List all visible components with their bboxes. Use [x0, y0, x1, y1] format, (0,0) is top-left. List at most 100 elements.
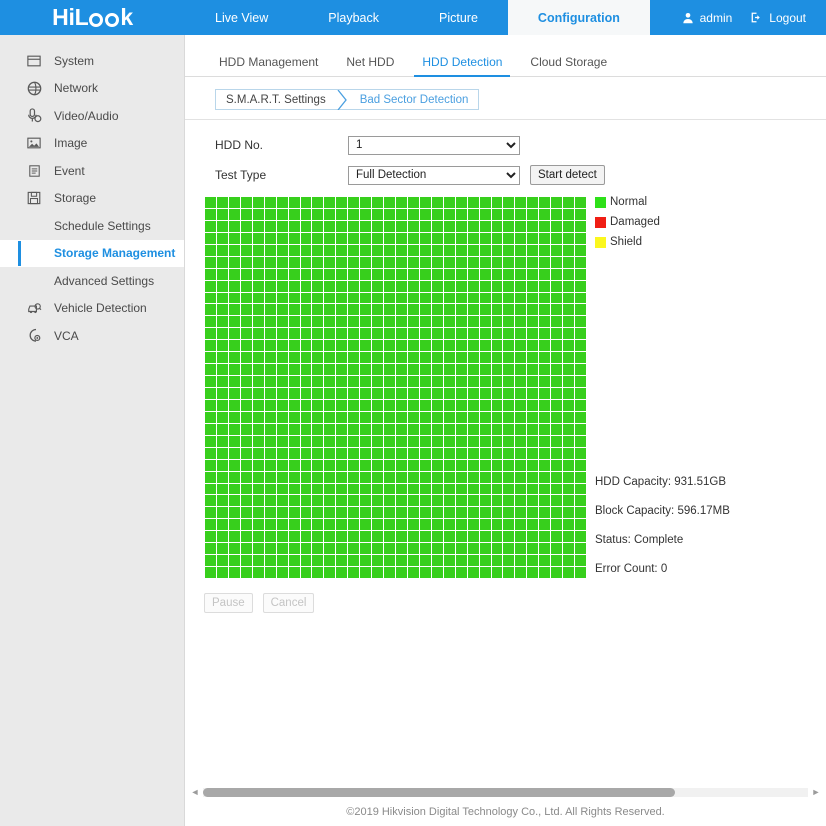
sector-grid[interactable] [204, 196, 587, 579]
sector-cell [515, 567, 526, 578]
sector-cell [312, 281, 323, 292]
sector-cell [205, 472, 216, 483]
sector-cell [551, 340, 562, 351]
scroll-left-arrow-icon[interactable]: ◄ [189, 787, 201, 797]
sector-cell [384, 400, 395, 411]
sector-cell [265, 281, 276, 292]
sector-cell [312, 543, 323, 554]
sector-cell [277, 209, 288, 220]
sector-cell [241, 197, 252, 208]
sector-cell [432, 197, 443, 208]
current-user[interactable]: admin [682, 11, 733, 25]
sector-cell [241, 340, 252, 351]
brand-logo[interactable]: HiLk [0, 0, 185, 35]
sector-cell [253, 400, 264, 411]
sector-cell [265, 269, 276, 280]
sidebar-item-vca[interactable]: VCA [0, 322, 184, 350]
cancel-button[interactable]: Cancel [263, 593, 315, 613]
sector-cell [432, 484, 443, 495]
sector-cell [241, 531, 252, 542]
sector-cell [468, 316, 479, 327]
sector-cell [241, 269, 252, 280]
sector-cell [312, 233, 323, 244]
sector-cell [468, 245, 479, 256]
sector-cell [503, 233, 514, 244]
sector-cell [241, 364, 252, 375]
sector-cell [468, 460, 479, 471]
scrollbar-thumb[interactable] [203, 788, 675, 797]
sector-cell [289, 257, 300, 268]
sector-cell [205, 221, 216, 232]
breadcrumb-item-smart-settings[interactable]: S.M.A.R.T. Settings [216, 90, 336, 109]
sector-cell [492, 460, 503, 471]
sidebar-item-schedule-settings[interactable]: Schedule Settings [0, 212, 184, 240]
test-type-select[interactable]: Full Detection [348, 166, 520, 185]
sector-cell [515, 472, 526, 483]
sector-cell [432, 340, 443, 351]
sidebar-item-vehicle-detection[interactable]: Vehicle Detection [0, 295, 184, 323]
sidebar-item-system[interactable]: System [0, 47, 184, 75]
pause-button[interactable]: Pause [204, 593, 253, 613]
sector-cell [396, 340, 407, 351]
sector-cell [277, 495, 288, 506]
sidebar-item-video-audio[interactable]: Video/Audio [0, 102, 184, 130]
scrollbar-track[interactable] [203, 788, 808, 797]
sector-cell [420, 304, 431, 315]
tab-cloud-storage[interactable]: Cloud Storage [516, 55, 621, 76]
sector-cell [205, 304, 216, 315]
start-detect-button[interactable]: Start detect [530, 165, 605, 185]
logo-text-prefix: HiL [52, 4, 88, 31]
sector-cell [515, 543, 526, 554]
sector-cell [336, 364, 347, 375]
horizontal-scrollbar[interactable]: ◄ ► [185, 784, 826, 800]
sector-cell [420, 221, 431, 232]
sector-cell [420, 436, 431, 447]
logout-button[interactable]: Logout [750, 11, 806, 25]
sidebar-item-network[interactable]: Network [0, 75, 184, 103]
sector-cell [360, 543, 371, 554]
sector-cell [396, 460, 407, 471]
sector-cell [527, 531, 538, 542]
sector-cell [563, 269, 574, 280]
sidebar-item-event[interactable]: Event [0, 157, 184, 185]
nav-item-playback[interactable]: Playback [298, 0, 409, 35]
sector-cell [456, 304, 467, 315]
sector-cell [480, 436, 491, 447]
nav-item-configuration[interactable]: Configuration [508, 0, 650, 35]
tab-hdd-detection[interactable]: HDD Detection [408, 55, 516, 76]
tab-net-hdd[interactable]: Net HDD [332, 55, 408, 76]
scroll-right-arrow-icon[interactable]: ► [810, 787, 822, 797]
sidebar-item-storage-management[interactable]: Storage Management [0, 240, 184, 268]
sector-cell [396, 376, 407, 387]
sector-cell [575, 507, 586, 518]
breadcrumb-item-bad-sector-detection[interactable]: Bad Sector Detection [350, 90, 479, 109]
sector-cell [515, 436, 526, 447]
sector-cell [217, 424, 228, 435]
nav-item-picture[interactable]: Picture [409, 0, 508, 35]
hdd-no-select[interactable]: 1 [348, 136, 520, 155]
sector-cell [253, 257, 264, 268]
sector-cell [241, 245, 252, 256]
sector-cell [372, 472, 383, 483]
sector-cell [360, 233, 371, 244]
sector-cell [492, 412, 503, 423]
sector-cell [205, 269, 216, 280]
sector-cell [253, 472, 264, 483]
sector-cell [527, 376, 538, 387]
tab-hdd-management[interactable]: HDD Management [205, 55, 332, 76]
sidebar-item-storage[interactable]: Storage [0, 185, 184, 213]
sector-cell [312, 472, 323, 483]
sector-cell [575, 543, 586, 554]
sector-cell [348, 531, 359, 542]
sidebar-item-image[interactable]: Image [0, 130, 184, 158]
sector-cell [372, 412, 383, 423]
sector-cell [527, 221, 538, 232]
sector-cell [372, 245, 383, 256]
sector-cell [229, 233, 240, 244]
sidebar-item-advanced-settings[interactable]: Advanced Settings [0, 267, 184, 295]
sector-cell [444, 472, 455, 483]
sector-cell [492, 340, 503, 351]
nav-item-live-view[interactable]: Live View [185, 0, 298, 35]
sector-cell [539, 567, 550, 578]
sector-cell [336, 448, 347, 459]
